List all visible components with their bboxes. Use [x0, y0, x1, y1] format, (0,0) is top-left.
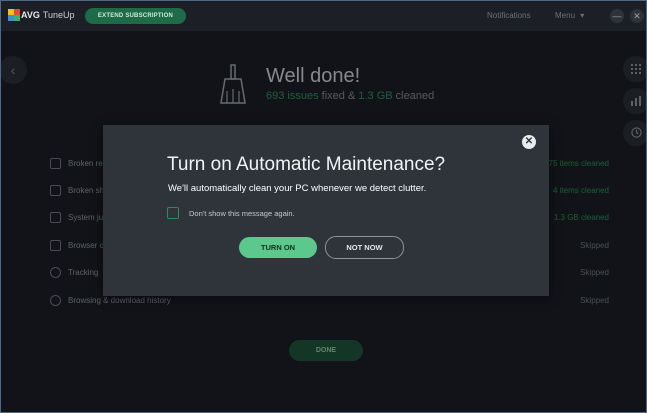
extend-subscription-button[interactable]: EXTEND SUBSCRIPTION [85, 8, 186, 24]
brand-name: AVG [21, 10, 40, 20]
dialog-description: We'll automatically clean your PC whenev… [168, 183, 427, 194]
dialog-title: Turn on Automatic Maintenance? [167, 154, 446, 175]
dont-show-again-checkbox[interactable] [167, 207, 179, 219]
avg-logo-icon [8, 9, 20, 21]
dialog-close-button[interactable]: ✕ [522, 135, 536, 149]
app-window: AVG TuneUp EXTEND SUBSCRIPTION Notificati… [0, 0, 647, 413]
notifications-link[interactable]: Notifications [487, 11, 531, 20]
menu-link[interactable]: Menu ▾ [555, 11, 584, 20]
not-now-button[interactable]: NOT NOW [325, 236, 404, 259]
chevron-down-icon: ▾ [580, 11, 585, 20]
window-close-button[interactable]: ✕ [630, 9, 644, 23]
dont-show-again-label[interactable]: Don't show this message again. [189, 209, 295, 218]
product-name: TuneUp [42, 10, 75, 20]
turn-on-button[interactable]: TURN ON [239, 237, 317, 258]
app-brand: AVG TuneUp [21, 10, 75, 20]
title-bar: AVG TuneUp EXTEND SUBSCRIPTION Notificati… [1, 1, 646, 31]
auto-maintenance-dialog: ✕ Turn on Automatic Maintenance? We'll a… [103, 125, 549, 296]
menu-label: Menu [555, 11, 576, 20]
minimize-button[interactable]: — [610, 9, 624, 23]
